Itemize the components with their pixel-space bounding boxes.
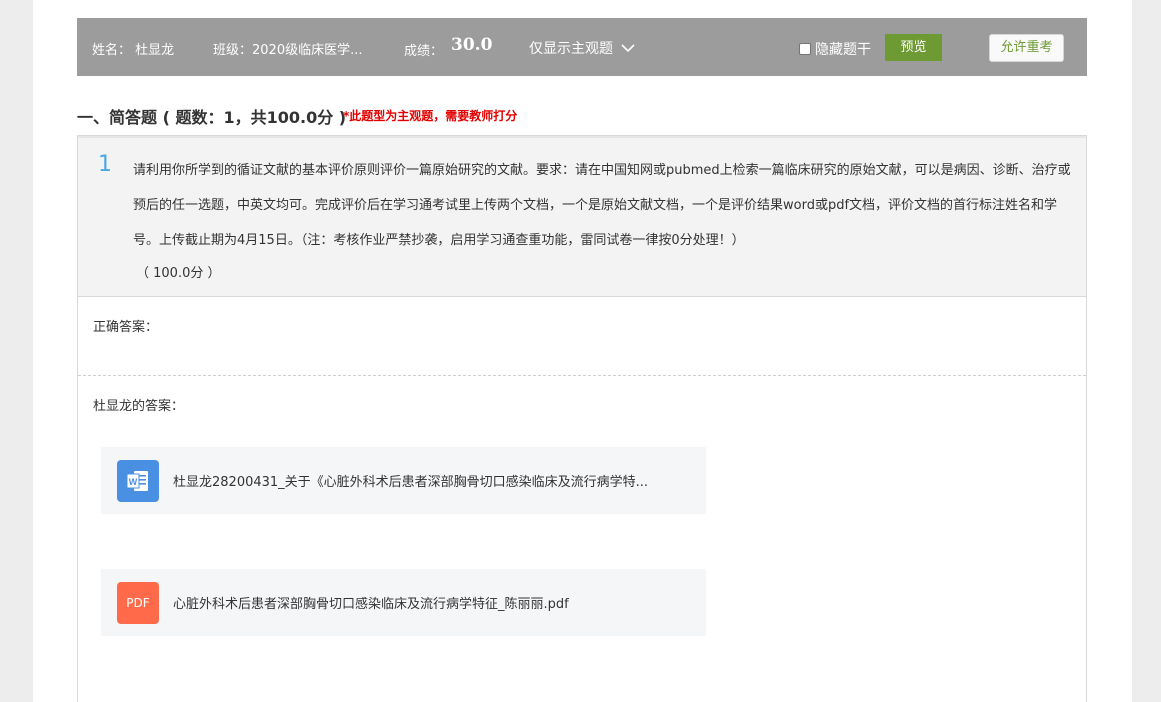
- pdf-file-icon: PDF: [117, 582, 159, 624]
- attachment-pdf[interactable]: PDF 心脏外科术后患者深部胸骨切口感染临床及流行病学特征_陈丽丽.pdf: [101, 569, 706, 636]
- question-card: 1 请利用你所学到的循证文献的基本评价原则评价一篇原始研究的文献。要求：请在中国…: [77, 135, 1087, 702]
- answer-divider: [78, 375, 1086, 376]
- student-answer-label: 杜显龙的答案：: [93, 399, 185, 414]
- score-header-bar: 姓名： 杜显龙 班级：2020级临床医学... 成绩： 30.0 仅显示主观题 …: [77, 18, 1087, 76]
- attachment-name[interactable]: 心脏外科术后患者深部胸骨切口感染临床及流行病学特征_陈丽丽.pdf: [173, 593, 569, 612]
- question-number: 1: [98, 152, 112, 177]
- page-container: 姓名： 杜显龙 班级：2020级临床医学... 成绩： 30.0 仅显示主观题 …: [33, 0, 1132, 702]
- filter-label: 仅显示主观题: [529, 41, 613, 57]
- score-label: 成绩：: [404, 44, 444, 59]
- question-score: （ 100.0分 ）: [136, 266, 221, 281]
- hide-stem-checkbox[interactable]: [799, 43, 811, 55]
- chevron-down-icon: [621, 44, 635, 53]
- score-value: 30.0: [451, 35, 493, 55]
- preview-button[interactable]: 预览: [885, 34, 942, 61]
- subjective-note: *此题型为主观题，需要教师打分: [343, 109, 518, 123]
- student-name: 姓名： 杜显龙: [92, 43, 175, 58]
- subjective-filter-dropdown[interactable]: 仅显示主观题: [529, 38, 635, 58]
- allow-retake-button[interactable]: 允许重考: [989, 34, 1064, 62]
- student-class: 班级：2020级临床医学...: [213, 43, 363, 58]
- attachment-word[interactable]: W 杜显龙28200431_关于《心脏外科术后患者深部胸骨切口感染临床及流行病学…: [101, 447, 706, 514]
- word-doc-glyph: W: [126, 471, 148, 491]
- svg-text:W: W: [129, 477, 138, 487]
- section-title: 一、简答题 ( 题数：1，共100.0分 ): [77, 108, 347, 127]
- word-file-icon: W: [117, 460, 159, 502]
- hide-stem-label: 隐藏题干: [815, 42, 871, 58]
- question-text: 请利用你所学到的循证文献的基本评价原则评价一篇原始研究的文献。要求：请在中国知网…: [133, 163, 1071, 248]
- attachment-name[interactable]: 杜显龙28200431_关于《心脏外科术后患者深部胸骨切口感染临床及流行病学特.…: [173, 471, 648, 490]
- question-header: 1 请利用你所学到的循证文献的基本评价原则评价一篇原始研究的文献。要求：请在中国…: [78, 136, 1086, 297]
- correct-answer-label: 正确答案：: [93, 320, 159, 335]
- hide-stem-toggle[interactable]: 隐藏题干: [799, 39, 871, 59]
